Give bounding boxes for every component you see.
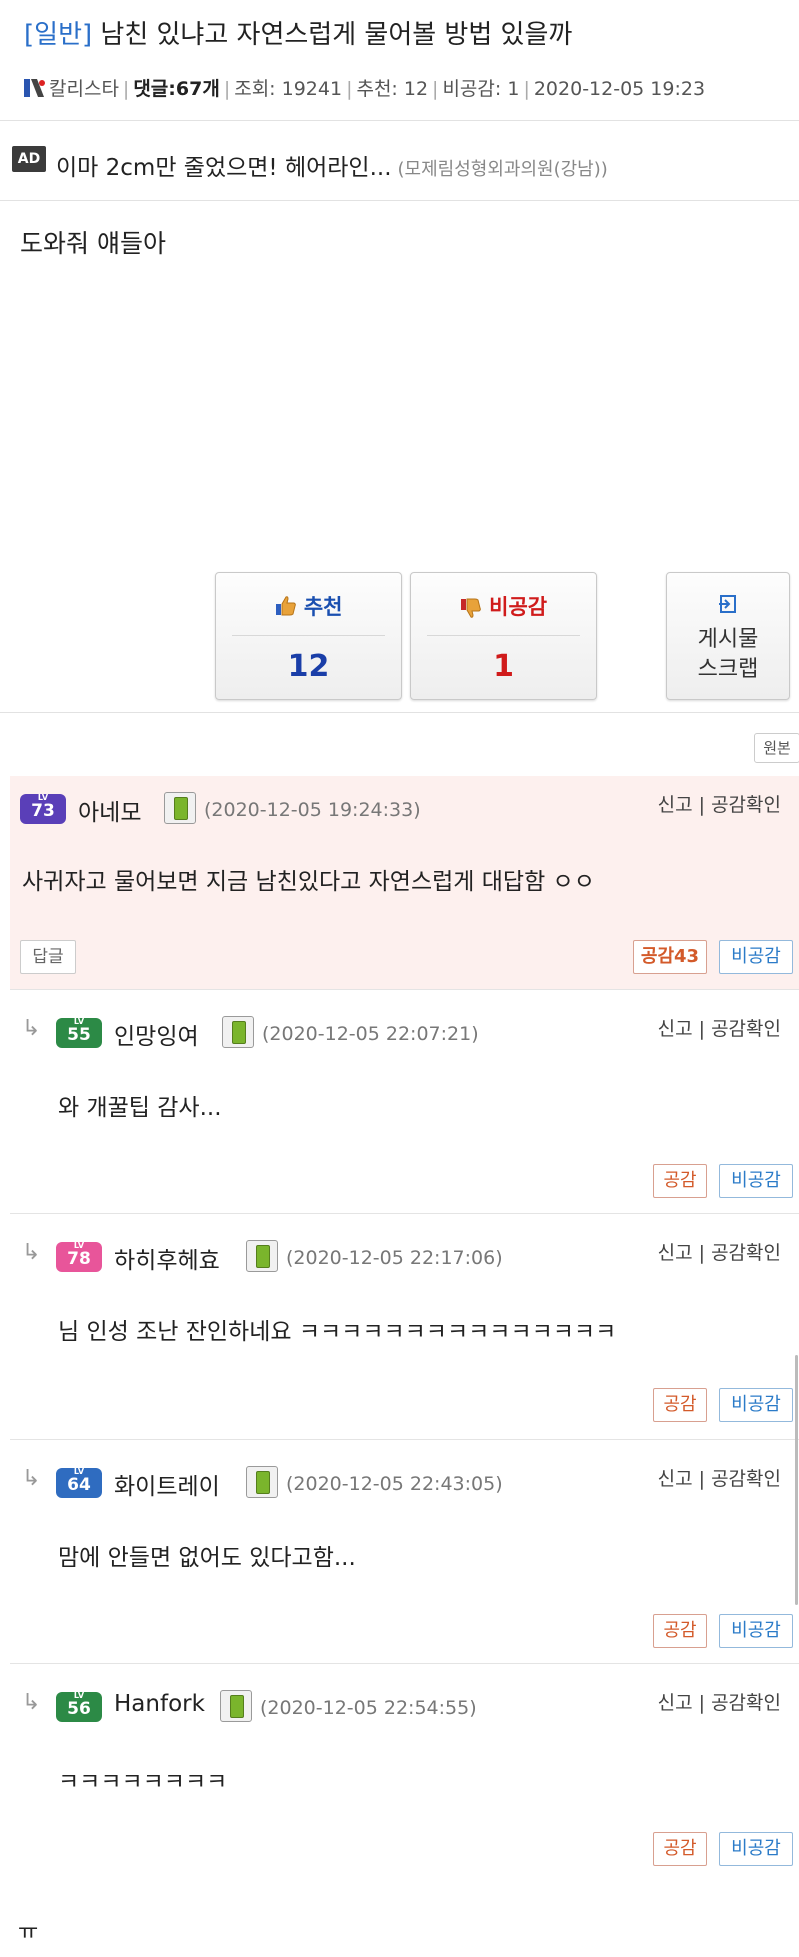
like-count: 공감43 <box>640 946 700 967</box>
dislike-label-wrap: 비공감 <box>411 591 596 621</box>
author-icon <box>24 79 45 97</box>
divider <box>0 120 799 121</box>
scrap-label-line2: 스크랩 <box>697 657 759 682</box>
comment-item: ↳ LV 78 하히후헤효 (2020-12-05 22:17:06) 신고 | … <box>10 1214 799 1440</box>
post-recommend: 추천: 12 <box>356 78 429 100</box>
divider <box>0 200 799 201</box>
like-button[interactable]: 공감 <box>653 1388 707 1422</box>
reply-button[interactable]: 답글 <box>20 940 76 974</box>
report-empathy-links[interactable]: 신고 | 공감확인 <box>658 1464 781 1491</box>
like-button[interactable]: 공감 <box>653 1832 707 1866</box>
post-meta: 칼리스타 | 댓글:67개 | 조회: 19241 | 추천: 12 | 비공감: 1 | 2020… <box>24 74 705 101</box>
dislike-comment-button[interactable]: 비공감 <box>719 1164 793 1198</box>
comment-date: (2020-12-05 22:43:05) <box>286 1473 503 1495</box>
post-date: 2020-12-05 19:23 <box>533 78 706 100</box>
recommend-button[interactable]: 추천 12 <box>215 572 402 700</box>
comment-nick[interactable]: 화이트레이 <box>114 1467 220 1501</box>
ad-link[interactable]: 이마 2cm만 줄었으면! 헤어라인... (모제림성형외과의원(강남)) <box>56 148 608 182</box>
comment-text: 님 인성 조난 잔인하네요 ㅋㅋㅋㅋㅋㅋㅋㅋㅋㅋㅋㅋㅋㅋㅋ <box>58 1319 617 1345</box>
recommend-count: 12 <box>287 649 330 684</box>
post-author[interactable]: 칼리스타 <box>49 78 119 100</box>
comment-nick[interactable]: Hanfork <box>114 1691 205 1717</box>
comment-text: 맘에 안들면 없어도 있다고함... <box>58 1545 356 1571</box>
post-category[interactable]: [일반] <box>24 20 92 50</box>
comment-nick[interactable]: 인망잉여 <box>114 1017 199 1051</box>
divider <box>232 635 385 636</box>
dislike-button[interactable]: 비공감 1 <box>410 572 597 700</box>
divider <box>427 635 580 636</box>
dislike-comment-button[interactable]: 비공감 <box>719 1832 793 1866</box>
mobile-icon <box>222 1016 254 1048</box>
comments-label: 댓글: <box>133 78 176 100</box>
dislike-comment-button[interactable]: 비공감 <box>719 940 793 974</box>
reply-arrow-icon: ↳ <box>22 1016 41 1041</box>
dislike-count: 1 <box>493 649 514 684</box>
post-dislike: 비공감: 1 <box>442 78 520 100</box>
comment-nick[interactable]: 하히후헤효 <box>114 1241 220 1275</box>
reply-arrow-icon: ↳ <box>22 1240 41 1265</box>
comment-item: ↳ LV 64 화이트레이 (2020-12-05 22:43:05) 신고 | … <box>10 1440 799 1664</box>
scrap-icon <box>719 595 736 613</box>
reply-arrow-icon: ↳ <box>22 1466 41 1491</box>
level-badge: LV 78 <box>56 1241 102 1272</box>
thumbs-up-icon <box>275 596 296 616</box>
comment-date: (2020-12-05 22:54:55) <box>260 1697 477 1719</box>
report-empathy-links[interactable]: 신고 | 공감확인 <box>658 1014 781 1041</box>
post-body: 도와줘 얘들아 <box>20 229 166 258</box>
divider <box>0 712 799 713</box>
level-badge: LV 55 <box>56 1017 102 1048</box>
report-empathy-links[interactable]: 신고 | 공감확인 <box>658 1688 781 1715</box>
level-badge: LV 73 <box>20 793 66 824</box>
thumbs-down-icon <box>460 598 481 618</box>
comment-nick[interactable]: 아네모 <box>78 793 141 827</box>
scrap-button[interactable]: 게시물 스크랩 <box>666 572 790 700</box>
report-empathy-links[interactable]: 신고 | 공감확인 <box>658 790 781 817</box>
level-badge: LV 64 <box>56 1467 102 1498</box>
level-badge: LV 56 <box>56 1691 102 1722</box>
ad-text: 이마 2cm만 줄었으면! 헤어라인... <box>56 155 392 181</box>
post-views: 조회: 19241 <box>234 78 343 100</box>
recommend-label: 추천 <box>303 595 343 619</box>
like-button[interactable]: 공감 <box>653 1614 707 1648</box>
recommend-label-wrap: 추천 <box>216 591 401 621</box>
scrollbar[interactable] <box>795 1355 798 1605</box>
original-button[interactable]: 원본 <box>754 733 799 763</box>
scrap-label: 게시물 스크랩 <box>667 625 789 685</box>
mobile-icon <box>164 792 196 824</box>
comment-text: 와 개꿀팁 감사... <box>58 1095 222 1121</box>
mobile-icon <box>246 1240 278 1272</box>
comment-date: (2020-12-05 22:07:21) <box>262 1023 479 1045</box>
mobile-icon <box>246 1466 278 1498</box>
dislike-comment-button[interactable]: 비공감 <box>719 1388 793 1422</box>
ad-source: (모제림성형외과의원(강남)) <box>397 159 608 180</box>
like-button[interactable]: 공감 <box>653 1164 707 1198</box>
comment-item: LV 73 아네모 (2020-12-05 19:24:33) 신고 | 공감확인… <box>10 776 799 990</box>
post-title-line: [일반] 남친 있냐고 자연스럽게 물어볼 방법 있을까 <box>24 14 572 51</box>
reply-arrow-icon: ↳ <box>22 1690 41 1715</box>
comment-item: ↳ LV 55 인망잉여 (2020-12-05 22:07:21) 신고 | 공… <box>10 990 799 1214</box>
like-button[interactable]: 공감43 <box>633 940 707 974</box>
scrap-label-line1: 게시물 <box>697 627 759 652</box>
comment-item: ↳ LV 56 Hanfork (2020-12-05 22:54:55) 신고 … <box>10 1664 799 1876</box>
comment-text: 사귀자고 물어보면 지금 남친있다고 자연스럽게 대답함 ㅇㅇ <box>22 869 595 895</box>
comment-date: (2020-12-05 19:24:33) <box>204 799 421 821</box>
comments-count: 67개 <box>175 78 220 100</box>
comment-text: ㅋㅋㅋㅋㅋㅋㅋㅋ <box>58 1769 228 1795</box>
ad-badge: AD <box>12 146 46 172</box>
dislike-label: 비공감 <box>489 595 548 619</box>
post-title: 남친 있냐고 자연스럽게 물어볼 방법 있을까 <box>100 20 573 50</box>
dislike-comment-button[interactable]: 비공감 <box>719 1614 793 1648</box>
mobile-icon <box>220 1690 252 1722</box>
report-empathy-links[interactable]: 신고 | 공감확인 <box>658 1238 781 1265</box>
trailing-text: ㅠ <box>18 1920 39 1945</box>
comment-date: (2020-12-05 22:17:06) <box>286 1247 503 1269</box>
